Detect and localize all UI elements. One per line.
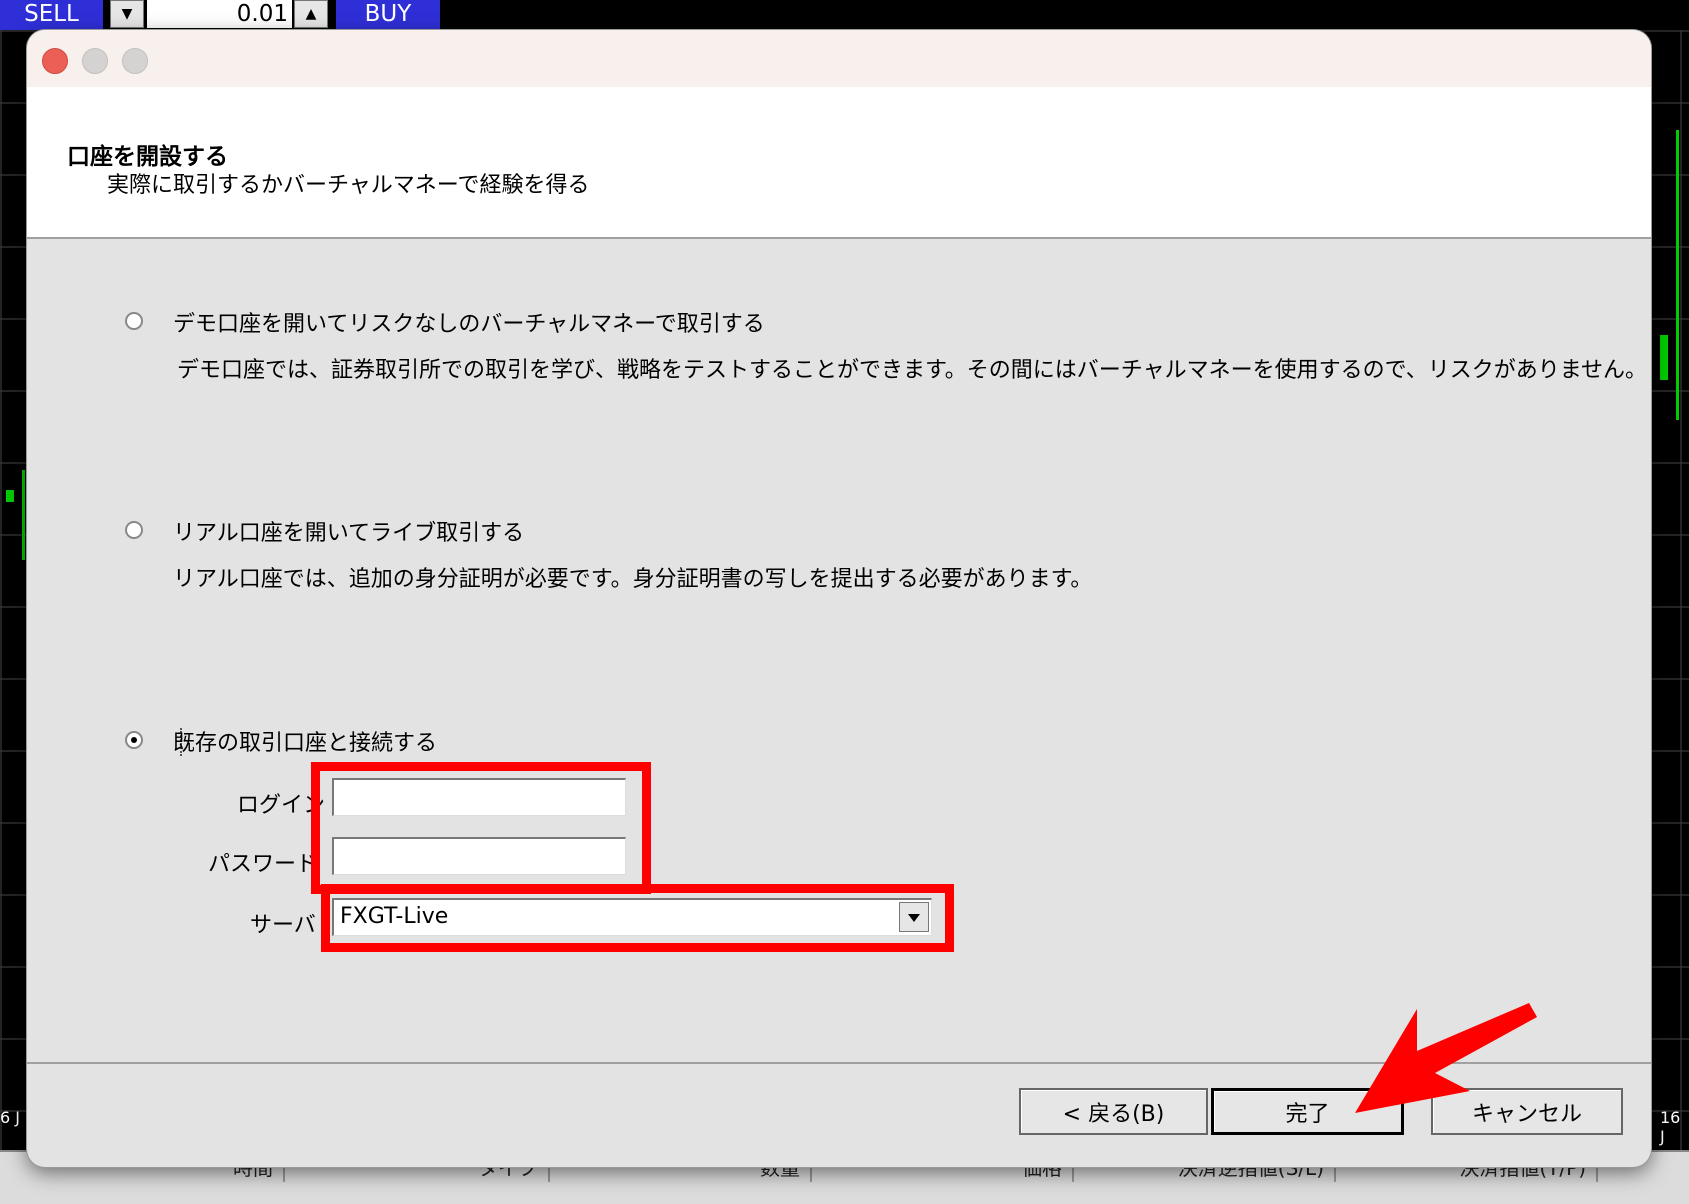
- back-button[interactable]: < 戻る(B): [1019, 1088, 1208, 1135]
- dialog-titlebar[interactable]: [27, 30, 1651, 87]
- existing-account-radio[interactable]: [125, 731, 143, 749]
- minimize-window-button[interactable]: [82, 48, 108, 74]
- server-label: サーバ: [250, 913, 316, 938]
- server-selected-value: FXGT-Live: [340, 904, 449, 929]
- lot-decrease-button[interactable]: ▼: [110, 0, 144, 28]
- chart-candle: [1660, 335, 1668, 380]
- arrow-pointer-icon: [1355, 1003, 1537, 1113]
- real-account-label[interactable]: リアル口座を開いてライブ取引する: [173, 515, 524, 547]
- sell-button[interactable]: SELL: [0, 0, 103, 30]
- close-window-button[interactable]: [42, 48, 68, 74]
- dialog-subtitle: 実際に取引するかバーチャルマネーで経験を得る: [107, 173, 590, 198]
- chart-date-label: 16 J: [1660, 1108, 1681, 1146]
- real-account-description: リアル口座では、追加の身分証明が必要です。身分証明書の写しを提出する必要がありま…: [173, 567, 1093, 592]
- maximize-window-button[interactable]: [122, 48, 148, 74]
- lot-increase-button[interactable]: ▲: [294, 0, 328, 28]
- existing-account-label[interactable]: 既存の取引口座と接続する: [173, 725, 437, 757]
- login-label: ログイン: [237, 793, 326, 818]
- demo-account-radio[interactable]: [125, 312, 143, 330]
- password-input[interactable]: [332, 837, 626, 875]
- demo-account-label[interactable]: デモ口座を開いてリスクなしのバーチャルマネーで取引する: [173, 306, 765, 338]
- chevron-down-icon[interactable]: [899, 902, 929, 932]
- demo-account-description: デモ口座では、証券取引所での取引を学び、戦略をテストすることができます。その間に…: [177, 358, 1648, 383]
- server-select[interactable]: FXGT-Live: [332, 898, 932, 936]
- lot-size-input[interactable]: 0.01: [147, 0, 292, 28]
- chart-date-label: 6 J: [0, 1108, 20, 1127]
- real-account-radio[interactable]: [125, 521, 143, 539]
- dialog-title: 口座を開設する: [67, 144, 228, 170]
- chart-candle: [22, 470, 25, 560]
- open-account-dialog: 口座を開設する 実際に取引するかバーチャルマネーで経験を得る デモ口座を開いてリ…: [27, 30, 1651, 1167]
- one-click-trading-toolbar: SELL ▼ 0.01 ▲ BUY: [0, 0, 1689, 30]
- chart-candle: [1676, 130, 1679, 420]
- chart-candle: [6, 490, 14, 502]
- buy-button[interactable]: BUY: [336, 0, 440, 30]
- login-input[interactable]: [332, 778, 626, 816]
- password-label: パスワード: [208, 852, 319, 877]
- dialog-header: 口座を開設する 実際に取引するかバーチャルマネーで経験を得る: [27, 87, 1651, 239]
